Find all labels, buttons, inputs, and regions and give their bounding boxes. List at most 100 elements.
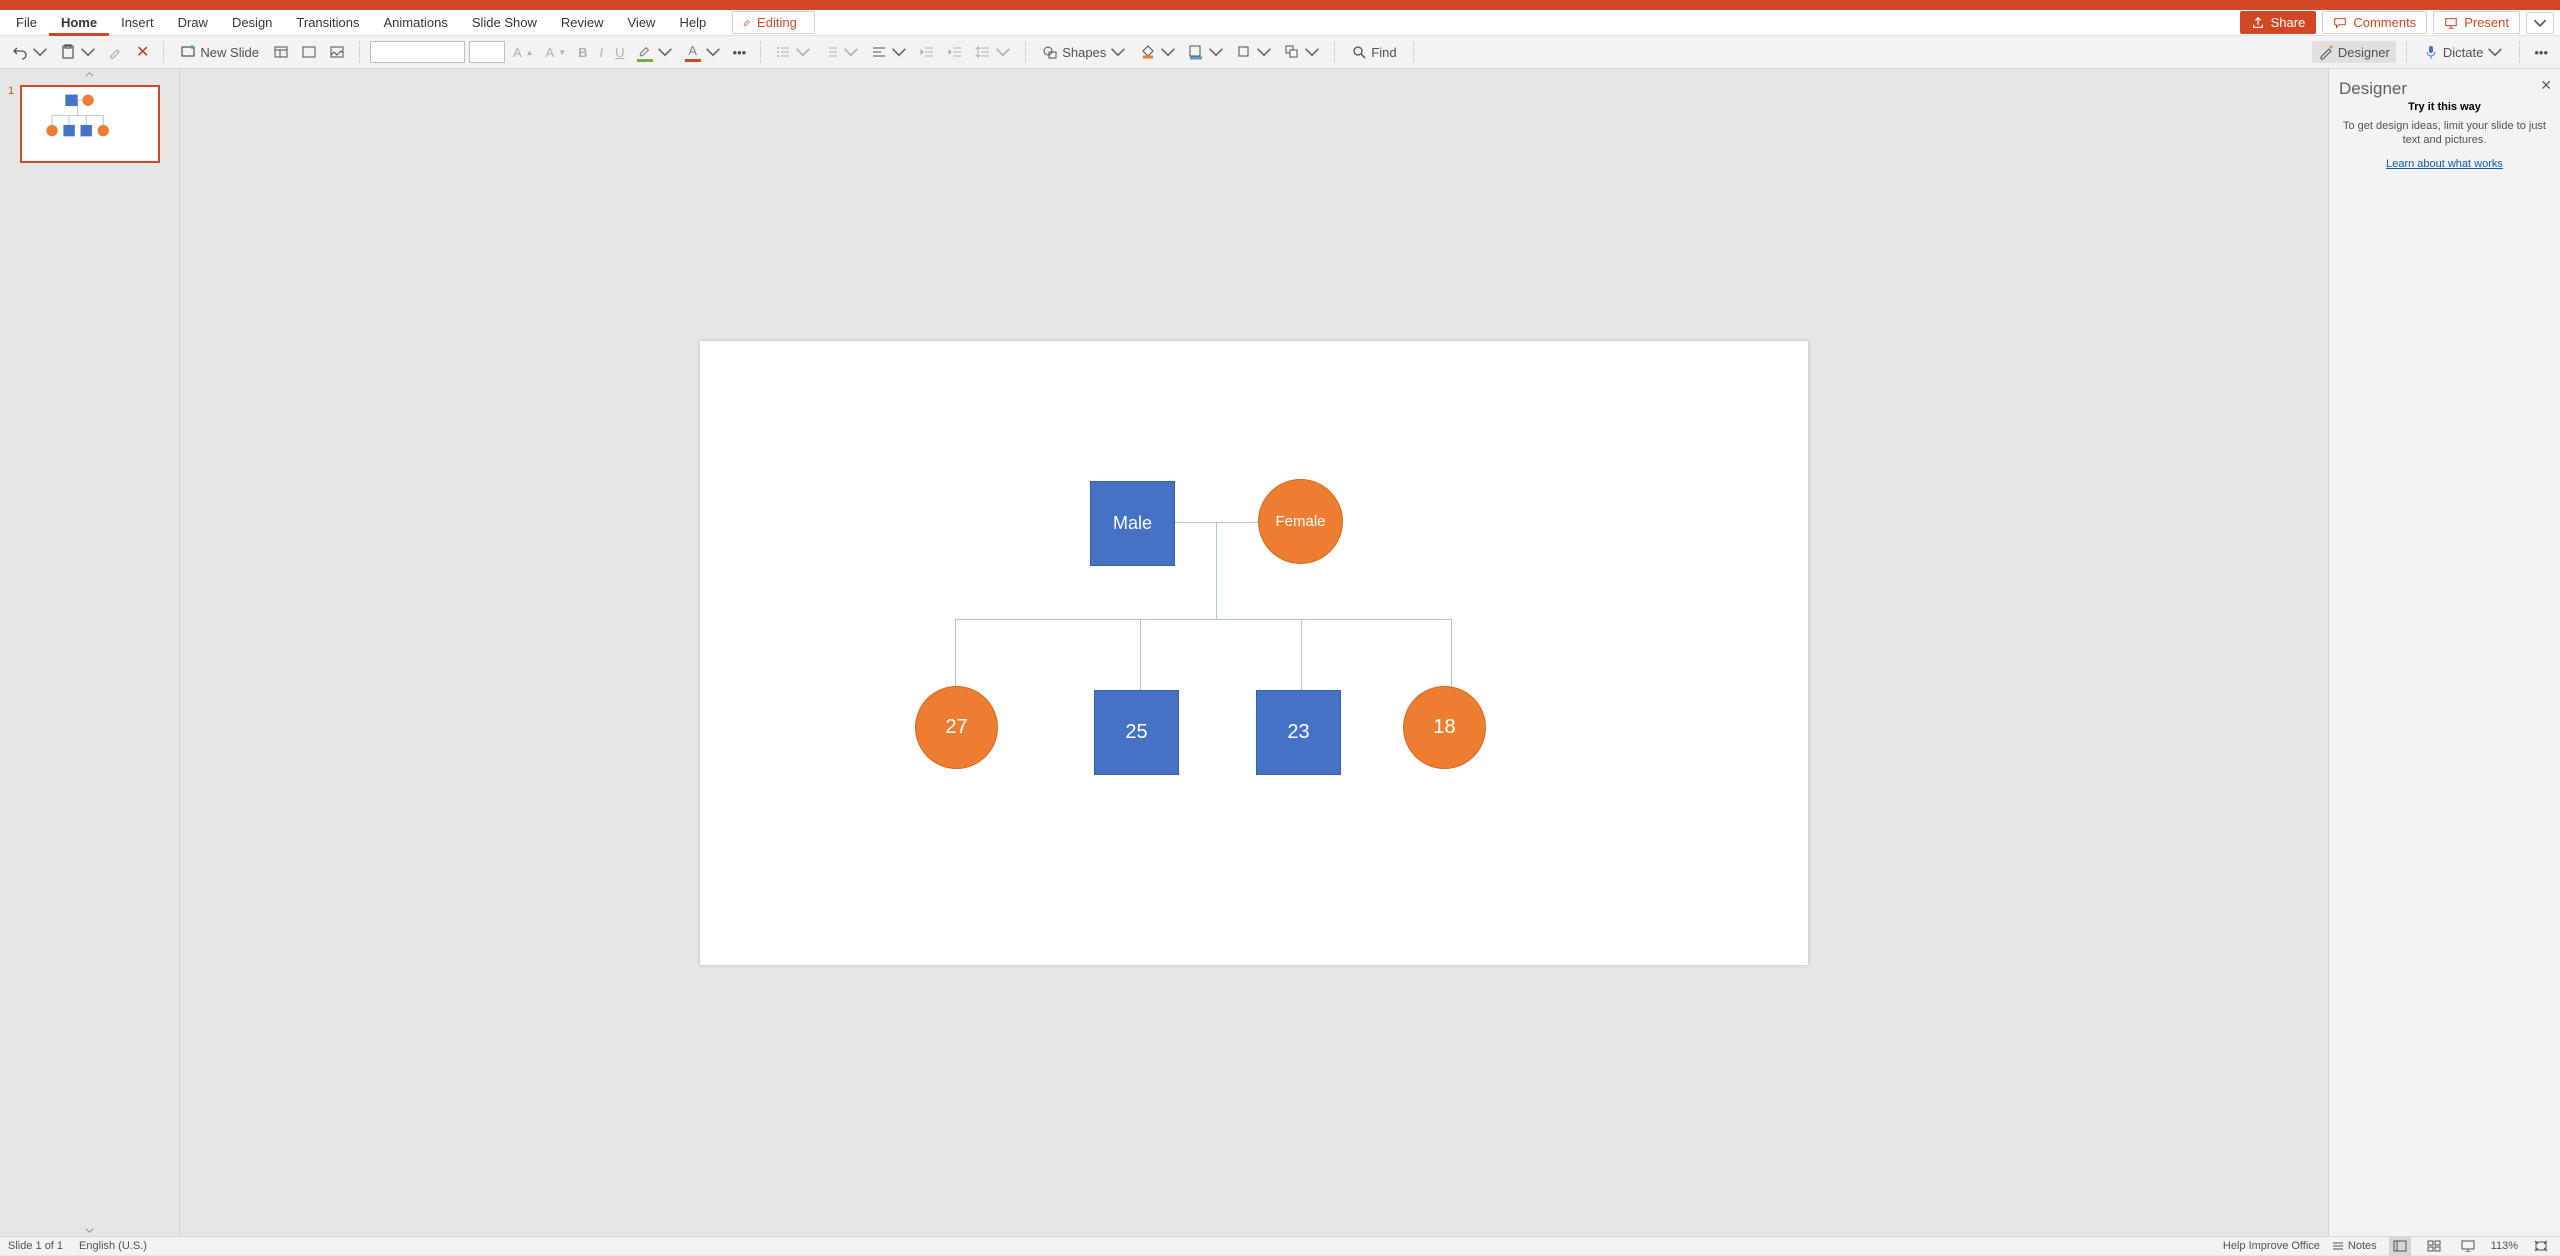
zoom-level[interactable]: 113%	[2491, 1240, 2518, 1252]
help-improve-link[interactable]: Help Improve Office	[2223, 1240, 2320, 1252]
shape-child3-label: 23	[1287, 721, 1309, 744]
undo-button[interactable]	[8, 41, 52, 63]
font-color-button[interactable]: A	[681, 40, 725, 65]
tab-file[interactable]: File	[4, 10, 49, 36]
align-icon	[871, 44, 887, 60]
present-dropdown[interactable]	[2526, 12, 2554, 34]
increase-font-button[interactable]: A▲	[509, 42, 538, 63]
format-painter-button[interactable]	[104, 41, 128, 63]
comments-button[interactable]: Comments	[2322, 11, 2427, 34]
shape-male-label: Male	[1113, 513, 1152, 534]
share-button[interactable]: Share	[2240, 11, 2317, 34]
designer-panel: Designer ✕ Try it this way To get design…	[2328, 69, 2560, 1236]
numbering-button[interactable]	[819, 41, 863, 63]
shape-effects-button[interactable]	[1232, 41, 1276, 63]
tab-slideshow[interactable]: Slide Show	[460, 10, 549, 36]
dictate-button[interactable]: Dictate	[2417, 41, 2509, 63]
slide-thumbnail-1[interactable]	[20, 85, 160, 163]
more-commands-button[interactable]: •••	[2530, 42, 2552, 63]
highlight-icon	[637, 42, 653, 58]
shapes-button[interactable]: Shapes	[1036, 41, 1132, 63]
tab-animations[interactable]: Animations	[372, 10, 460, 36]
thumb-scroll-down[interactable]	[0, 1225, 179, 1236]
tab-transitions[interactable]: Transitions	[284, 10, 371, 36]
status-bar: Slide 1 of 1 English (U.S.) Help Improve…	[0, 1236, 2560, 1255]
designer-button[interactable]: Designer	[2312, 41, 2396, 63]
comment-icon	[2333, 16, 2347, 30]
slide-canvas-area[interactable]: Male Female 27 25 23 18	[180, 69, 2328, 1236]
tab-view[interactable]: View	[616, 10, 668, 36]
ribbon-toolbar: ✕ New Slide A▲ A▼ B I U A ••• Shape	[0, 36, 2560, 69]
reset-icon	[301, 44, 317, 60]
view-normal-button[interactable]	[2389, 1237, 2411, 1256]
title-bar	[0, 0, 2560, 10]
highlight-button[interactable]	[633, 39, 677, 65]
tab-insert[interactable]: Insert	[109, 10, 166, 36]
tab-help[interactable]: Help	[667, 10, 718, 36]
share-icon	[2251, 16, 2265, 30]
shape-female[interactable]: Female	[1258, 479, 1343, 564]
shape-child-4[interactable]: 18	[1403, 686, 1486, 769]
chevron-down-icon	[2487, 44, 2503, 60]
shape-child-1[interactable]: 27	[915, 686, 998, 769]
italic-button[interactable]: I	[596, 42, 608, 63]
decrease-font-button[interactable]: A▼	[542, 42, 571, 63]
increase-indent-button[interactable]	[943, 41, 967, 63]
designer-learn-link[interactable]: Learn about what works	[2339, 158, 2550, 170]
paste-button[interactable]	[56, 41, 100, 63]
decrease-indent-button[interactable]	[915, 41, 939, 63]
shape-male[interactable]: Male	[1090, 481, 1175, 566]
notes-button[interactable]: Notes	[2332, 1240, 2377, 1252]
arrange-button[interactable]	[1280, 41, 1324, 63]
tab-draw[interactable]: Draw	[166, 10, 220, 36]
paintbrush-icon	[108, 44, 124, 60]
view-sorter-button[interactable]	[2423, 1237, 2445, 1256]
underline-button[interactable]: U	[611, 42, 628, 63]
layout-button[interactable]	[269, 41, 293, 63]
new-slide-button[interactable]: New Slide	[174, 41, 265, 63]
designer-close-button[interactable]: ✕	[2540, 77, 2552, 94]
connector	[1216, 522, 1217, 619]
chevron-down-icon	[1256, 44, 1272, 60]
more-font-button[interactable]: •••	[729, 42, 751, 63]
connector	[1301, 619, 1302, 690]
tab-review[interactable]: Review	[549, 10, 616, 36]
editing-mode-button[interactable]: Editing	[732, 11, 815, 34]
find-button[interactable]: Find	[1345, 41, 1402, 63]
line-spacing-button[interactable]	[971, 41, 1015, 63]
line-spacing-icon	[975, 44, 991, 60]
shape-child-3[interactable]: 23	[1256, 690, 1341, 775]
align-button[interactable]	[867, 41, 911, 63]
slide-1[interactable]: Male Female 27 25 23 18	[700, 341, 1808, 965]
chevron-down-icon	[795, 44, 811, 60]
shape-outline-button[interactable]	[1184, 41, 1228, 63]
hide-slide-button[interactable]	[325, 41, 349, 63]
indent-icon	[947, 44, 963, 60]
bold-button[interactable]: B	[574, 42, 591, 63]
thumb-scroll-up[interactable]	[0, 69, 179, 80]
connector	[1451, 619, 1452, 690]
pencil-icon	[743, 19, 751, 27]
comments-label: Comments	[2353, 15, 2416, 30]
thumbnail-number: 1	[8, 85, 14, 163]
tab-design[interactable]: Design	[220, 10, 284, 36]
bullets-button[interactable]	[771, 41, 815, 63]
shape-fill-button[interactable]	[1136, 41, 1180, 63]
designer-description: To get design ideas, limit your slide to…	[2339, 119, 2550, 148]
fit-to-window-button[interactable]	[2530, 1237, 2552, 1256]
layout-icon	[273, 44, 289, 60]
view-slideshow-button[interactable]	[2457, 1237, 2479, 1256]
font-size-input[interactable]	[469, 41, 505, 63]
numbering-icon	[823, 44, 839, 60]
font-family-input[interactable]	[370, 41, 465, 63]
shapes-icon	[1042, 44, 1058, 60]
present-button[interactable]: Present	[2433, 11, 2520, 34]
dictate-label: Dictate	[2443, 45, 2483, 60]
editing-label: Editing	[757, 15, 797, 30]
shape-child-2[interactable]: 25	[1094, 690, 1179, 775]
tab-home[interactable]: Home	[49, 10, 109, 36]
normal-view-icon	[2393, 1240, 2407, 1252]
reset-button[interactable]	[297, 41, 321, 63]
status-language[interactable]: English (U.S.)	[79, 1240, 147, 1252]
delete-button[interactable]: ✕	[132, 39, 153, 65]
